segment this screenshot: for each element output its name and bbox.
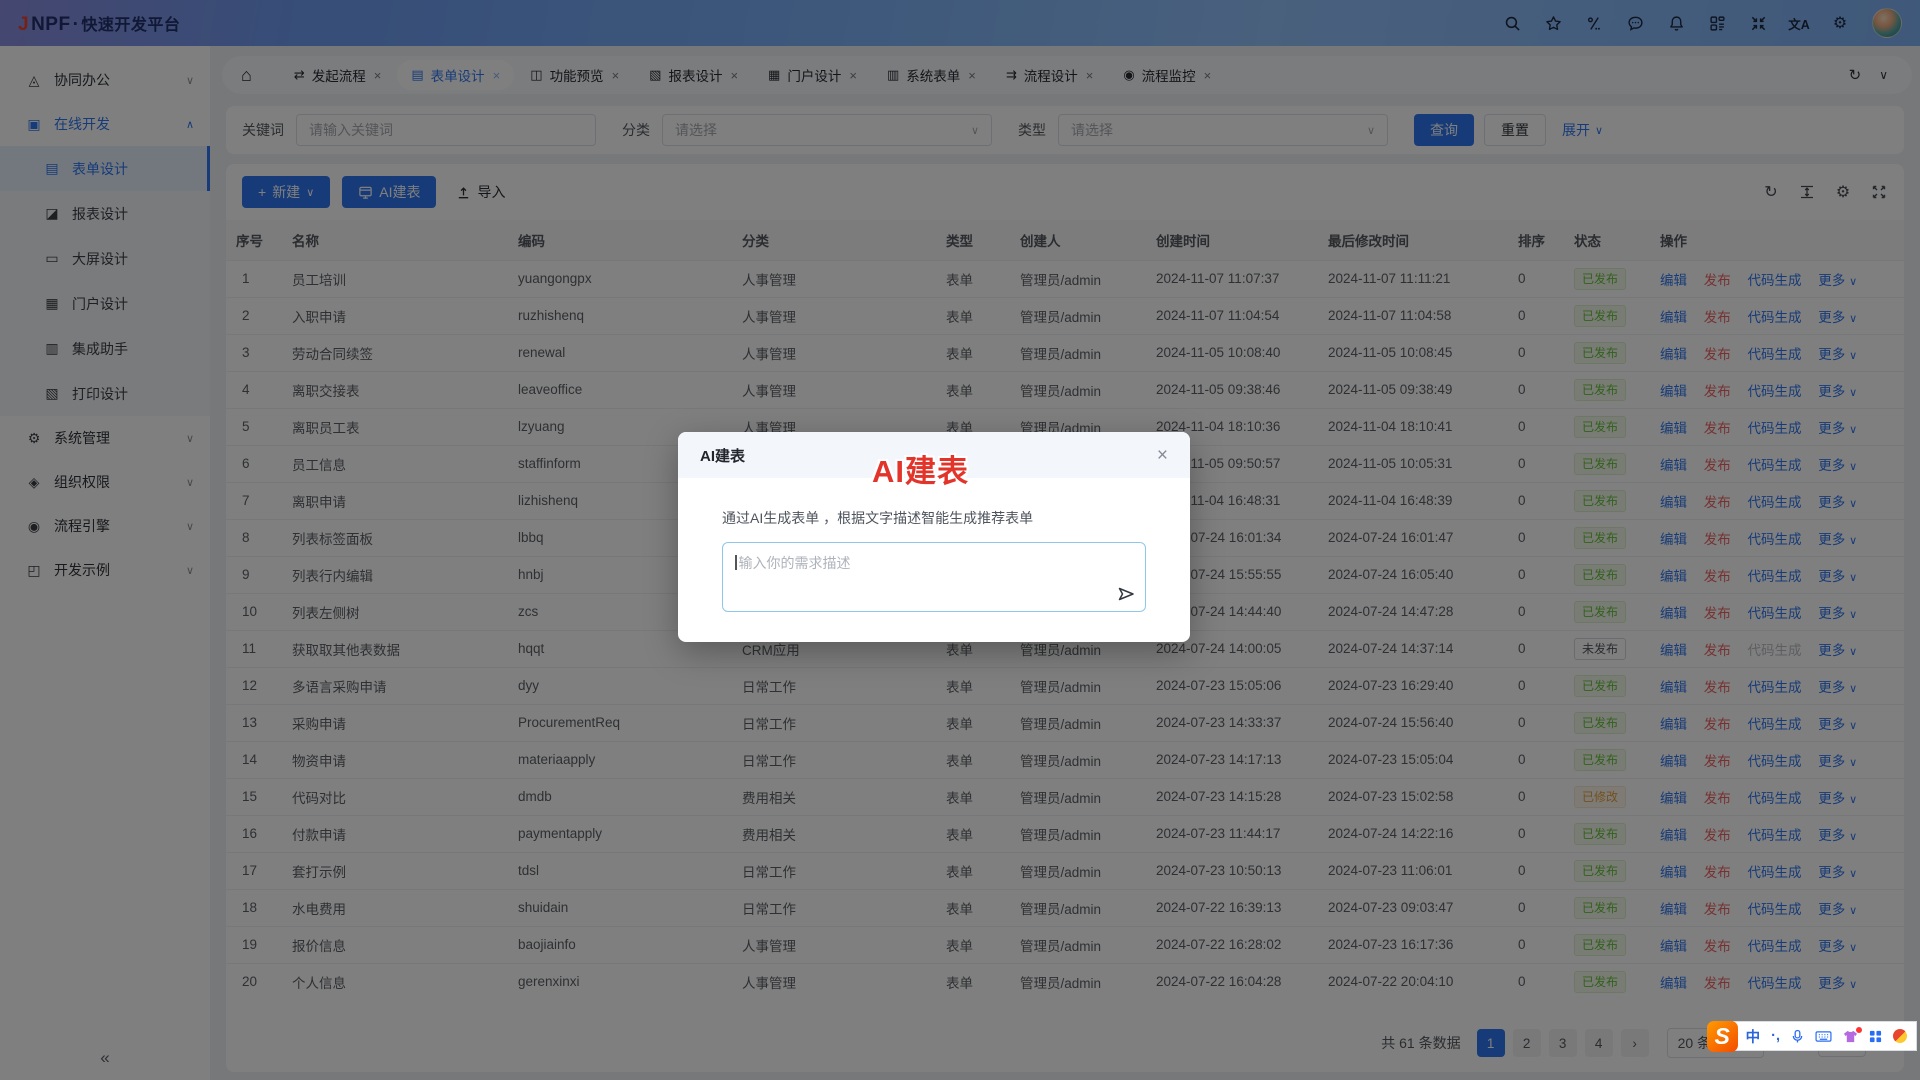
ai-description-input[interactable]: 输入你的需求描述	[722, 542, 1146, 612]
skin-icon[interactable]	[1843, 1030, 1858, 1043]
send-icon[interactable]	[1117, 586, 1135, 605]
modal-title: AI建表	[700, 445, 745, 466]
modal-body: 通过AI生成表单 ，根据文字描述智能生成推荐表单 输入你的需求描述	[678, 478, 1190, 642]
ime-punctuation[interactable]: ·,	[1771, 1028, 1780, 1044]
text-caret	[735, 555, 737, 570]
logo-ball-icon[interactable]	[1893, 1029, 1907, 1043]
keyboard-icon[interactable]	[1815, 1030, 1832, 1043]
ime-toolbar: S 中 ·,	[1707, 1020, 1917, 1052]
input-placeholder: 输入你的需求描述	[739, 555, 851, 571]
sogou-logo[interactable]: S	[1707, 1021, 1738, 1052]
modal-description: 通过AI生成表单 ，根据文字描述智能生成推荐表单	[722, 508, 1146, 528]
annotation-text: AI建表	[872, 446, 969, 491]
toolbox-grid-icon[interactable]	[1869, 1030, 1882, 1043]
ime-bar: 中 ·,	[1733, 1021, 1917, 1051]
close-icon[interactable]: ×	[1157, 446, 1168, 465]
ime-chinese-mode[interactable]: 中	[1746, 1026, 1761, 1047]
microphone-icon[interactable]	[1791, 1029, 1804, 1044]
